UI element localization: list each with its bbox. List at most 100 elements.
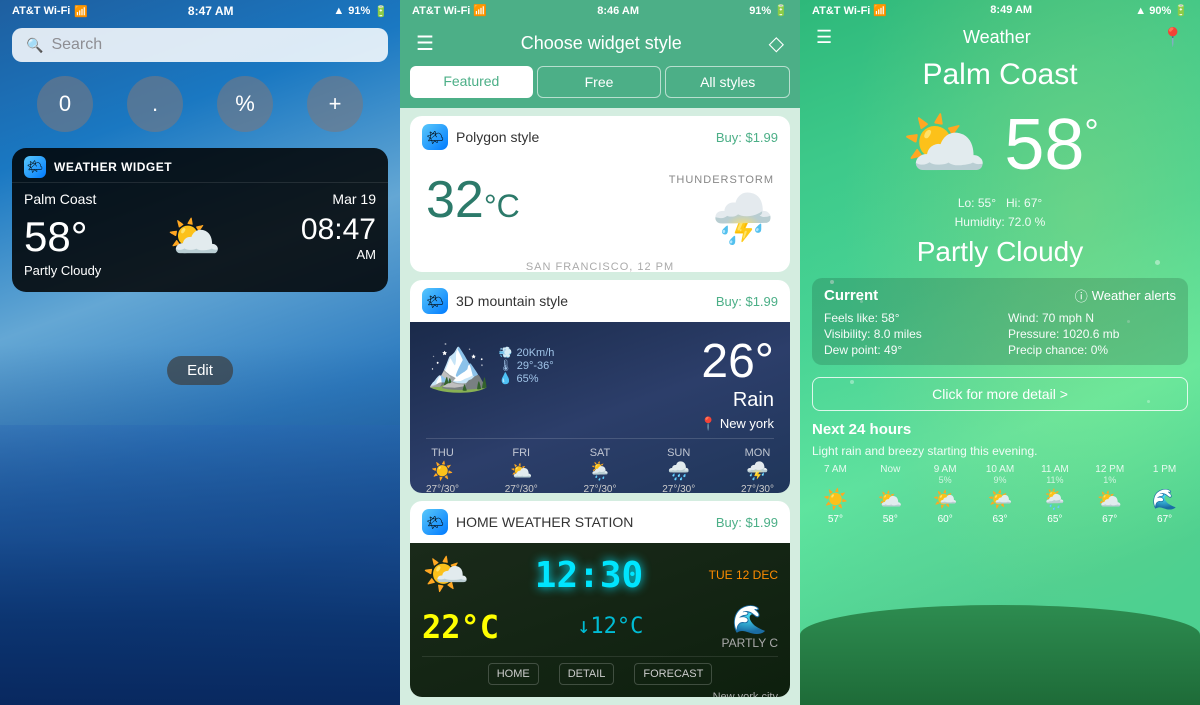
p3-hourly-forecast: 7 AM ☀️ 57° Now ⛅ 58° 9 AM 5% 🌤️ 60° 10 … [800,460,1200,525]
hs-rain-icon: 🌊 [732,603,767,636]
widget-time-am: AM [301,247,376,262]
p3-dew-point: Dew point: 49° [824,343,992,357]
p3-main-icon: ⛅ [901,104,988,186]
hs-tab-home[interactable]: HOME [488,663,539,685]
more-detail-button[interactable]: Click for more detail > [812,377,1188,411]
mountain-style-card[interactable]: 🌤 3D mountain style Buy: $1.99 🏔️ 💨 20Km… [410,280,790,493]
p3-hour-5: 12 PM 1% ⛅ 67° [1082,464,1137,525]
chooser-title: Choose widget style [434,33,769,54]
mountain-card-title: 3D mountain style [456,293,568,309]
polygon-style-card[interactable]: 🌤 Polygon style Buy: $1.99 32°C THUNDERS… [410,116,790,272]
status-bar-1: AT&T Wi-Fi 📶 8:47 AM ▲ 91% 🔋 [0,0,400,22]
polygon-card-price: Buy: $1.99 [716,130,778,145]
widget-date: Mar 19 [332,191,376,207]
home-station-price: Buy: $1.99 [716,515,778,530]
p3-precip: Precip chance: 0% [1008,343,1176,357]
status-time-3: 8:49 AM [990,4,1032,17]
calc-dot[interactable]: . [127,76,183,132]
style-tabs: Featured Free All styles [400,66,800,108]
status-bar-2: AT&T Wi-Fi 📶 8:46 AM 91% 🔋 [400,0,800,21]
search-bar[interactable]: 🔍 Search [12,28,388,62]
p3-visibility: Visibility: 8.0 miles [824,327,992,341]
hs-time: 12:30 [535,555,643,596]
hs-temp-low: ↓12°C [577,614,643,639]
weather-widget[interactable]: 🌤 WEATHER WIDGET Palm Coast Mar 19 58° ⛅… [12,148,388,292]
polygon-condition: THUNDERSTORM [669,174,774,186]
p3-hour-6: 1 PM 🌊 67° [1137,464,1192,525]
status-time-1: 8:47 AM [188,4,234,18]
diamond-icon[interactable]: ◇ [769,31,784,56]
hs-date: TUE 12 DEC [709,568,778,582]
status-time-2: 8:46 AM [597,5,639,17]
mountain-weather-icon: 🏔️ [426,334,491,395]
polygon-location: SAN FRANCISCO, 12 PM [410,257,790,272]
calc-plus[interactable]: + [307,76,363,132]
status-battery-1: ▲ 91% 🔋 [333,5,388,18]
panel-widget-chooser: AT&T Wi-Fi 📶 8:46 AM 91% 🔋 ☰ Choose widg… [400,0,800,705]
widget-chooser-header: ☰ Choose widget style ◇ [400,21,800,66]
p3-feels-like: Feels like: 58° [824,311,992,325]
mountain-location: 📍 New york [700,416,774,432]
hs-tab-forecast[interactable]: FORECAST [634,663,712,685]
p3-sub-info: Lo: 55° Hi: 67° Humidity: 72.0 % [800,194,1200,232]
status-carrier-3: AT&T Wi-Fi 📶 [812,4,887,17]
polygon-weather-icon: ⛈️ [712,190,774,249]
p3-current-title: Current [824,287,878,304]
p3-city: Palm Coast [800,58,1200,92]
panel-ios-home: AT&T Wi-Fi 📶 8:47 AM ▲ 91% 🔋 🔍 Search 0 … [0,0,400,705]
p3-menu-icon[interactable]: ☰ [816,27,832,48]
polygon-temp: 32°C [426,174,520,226]
p3-temp: 58° [1004,109,1099,181]
hs-footer-tabs: HOME DETAIL FORECAST [422,656,778,685]
p3-next24-desc: Light rain and breezy starting this even… [812,444,1188,458]
polygon-card-title: Polygon style [456,129,539,145]
mountain-stats: 💨 20Km/h 🌡 29°-36° 💧 65% [499,346,555,385]
p3-condition: Partly Cloudy [800,236,1200,268]
hs-condition: PARTLY C [722,636,778,650]
home-station-card[interactable]: 🌤 HOME WEATHER STATION Buy: $1.99 🌤️ 12:… [410,501,790,697]
tab-free[interactable]: Free [537,66,662,98]
widget-location: Palm Coast [24,191,96,207]
widget-time: 08:47 [301,213,376,247]
home-station-icon: 🌤 [422,509,448,535]
tab-featured[interactable]: Featured [410,66,533,98]
widget-title: WEATHER WIDGET [54,160,172,174]
calc-zero[interactable]: 0 [37,76,93,132]
p3-title: Weather [963,27,1031,48]
search-label: Search [51,36,102,54]
mountain-card-icon: 🌤 [422,288,448,314]
p3-current-conditions: Current ⓘ Weather alerts Feels like: 58°… [812,278,1188,365]
calculator-row: 0 . % + [0,68,400,140]
calc-percent[interactable]: % [217,76,273,132]
p3-location-icon[interactable]: 📍 [1162,27,1184,48]
home-station-title: HOME WEATHER STATION [456,514,633,530]
hs-city: New york city [422,691,778,697]
menu-icon[interactable]: ☰ [416,31,434,56]
widget-weather-icon: ⛅ [167,211,222,263]
hs-temp: 22°C [422,608,499,646]
widget-app-icon: 🌤 [24,156,46,178]
mountain-condition: Rain [700,389,774,412]
p3-hour-1: Now ⛅ 58° [863,464,918,525]
status-carrier-1: AT&T Wi-Fi 📶 [12,5,88,18]
edit-button[interactable]: Edit [167,356,233,385]
status-battery-3: ▲ 90% 🔋 [1135,4,1188,17]
p3-main-weather: ⛅ 58° [800,96,1200,194]
mountain-temp: 26° [700,334,774,389]
p3-hour-2: 9 AM 5% 🌤️ 60° [918,464,973,525]
polygon-card-icon: 🌤 [422,124,448,150]
status-carrier-2: AT&T Wi-Fi 📶 [412,4,487,17]
hs-sun-icon: 🌤️ [422,553,469,597]
p3-hour-4: 11 AM 11% 🌦️ 65° [1027,464,1082,525]
hs-tab-detail[interactable]: DETAIL [559,663,615,685]
mountain-card-price: Buy: $1.99 [716,294,778,309]
widget-temp: 58° [24,213,88,261]
p3-next24-title: Next 24 hours [812,421,1188,438]
p3-weather-alerts: ⓘ Weather alerts [1075,286,1176,305]
status-battery-2: 91% 🔋 [749,4,788,17]
p3-hour-3: 10 AM 9% 🌤️ 63° [973,464,1028,525]
status-bar-3: AT&T Wi-Fi 📶 8:49 AM ▲ 90% 🔋 [800,0,1200,21]
widget-condition: Partly Cloudy [24,263,376,284]
tab-all-styles[interactable]: All styles [665,66,790,98]
weather-detail-header: ☰ Weather 📍 [800,21,1200,54]
